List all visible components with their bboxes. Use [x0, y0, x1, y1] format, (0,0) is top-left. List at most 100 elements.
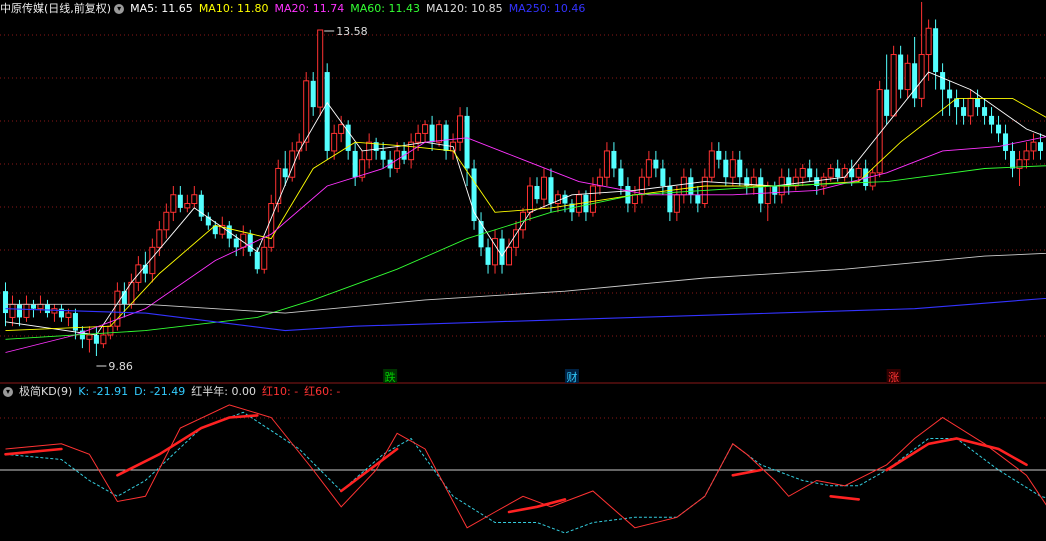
candle	[701, 168, 708, 208]
candle-body	[282, 168, 288, 178]
candle-body	[618, 168, 624, 186]
ma-line-ma60	[5, 165, 1046, 340]
candle	[737, 150, 743, 186]
candle-body	[380, 150, 386, 160]
candle-body	[807, 168, 813, 178]
candle	[750, 168, 757, 195]
candle	[904, 54, 911, 99]
candle	[884, 54, 890, 125]
candle-body	[855, 167, 862, 178]
candle-body	[562, 194, 568, 204]
candle-body	[268, 203, 275, 248]
candle-body	[191, 194, 198, 205]
kd-red-segment	[829, 494, 861, 501]
candle-body	[611, 150, 617, 169]
candle-body	[940, 72, 946, 90]
chart-canvas[interactable]: 13.58 9.86 跌 财 涨	[0, 0, 1046, 541]
candle	[982, 98, 988, 125]
candle	[786, 168, 792, 195]
candle-body	[310, 80, 316, 108]
candle-body	[912, 63, 918, 99]
candle	[996, 115, 1002, 143]
candle	[548, 168, 554, 213]
candle-body	[366, 141, 373, 161]
candle-body	[772, 185, 778, 195]
candle	[429, 115, 435, 151]
candle-body	[296, 141, 303, 152]
candle	[534, 177, 540, 204]
candle	[457, 107, 464, 151]
candle-body	[534, 185, 540, 200]
candle	[961, 98, 967, 125]
candle	[79, 326, 85, 349]
candle-body	[660, 168, 666, 186]
candle	[149, 238, 156, 283]
candle-body	[352, 150, 358, 178]
candle-body	[1010, 150, 1016, 169]
candle-body	[443, 124, 449, 151]
candle-body	[30, 304, 36, 309]
candle-body	[505, 246, 513, 266]
candle	[499, 229, 505, 274]
candle	[310, 72, 316, 116]
candle	[596, 168, 603, 195]
candle	[625, 177, 631, 213]
candle-body	[589, 185, 596, 213]
candle	[890, 45, 897, 117]
candle-body	[464, 115, 470, 169]
candle	[569, 199, 575, 222]
candle	[170, 185, 177, 222]
candle	[9, 295, 16, 327]
candle-body	[688, 177, 694, 195]
candle-body	[9, 303, 16, 318]
candle-body	[526, 185, 534, 213]
candle	[933, 19, 939, 90]
candle	[716, 142, 722, 169]
high-price-label: 13.58	[336, 25, 368, 38]
candle-body	[198, 194, 204, 217]
candle-body	[1037, 142, 1044, 151]
candle	[792, 168, 799, 191]
candle	[380, 142, 386, 169]
candle	[191, 185, 198, 208]
candle	[667, 177, 673, 222]
candle-body	[596, 176, 603, 187]
candle-body	[583, 194, 589, 213]
candle-body	[163, 211, 170, 231]
candle-body	[989, 115, 995, 125]
candle	[989, 107, 995, 134]
candle	[163, 203, 170, 239]
candle	[436, 120, 443, 147]
candle-body	[975, 98, 981, 108]
candle	[1010, 142, 1016, 178]
candle	[492, 229, 499, 274]
candle-body	[967, 97, 974, 117]
candle	[708, 142, 715, 182]
candle	[876, 80, 883, 178]
candle	[1030, 133, 1037, 160]
candle-body	[723, 159, 729, 178]
candle-body	[261, 246, 268, 270]
candle-body	[170, 194, 177, 213]
candle-body	[65, 312, 72, 318]
candle-body	[729, 159, 736, 178]
candle	[653, 150, 659, 178]
candle	[611, 142, 617, 178]
candle-body	[303, 80, 310, 143]
candle	[729, 150, 736, 186]
candle	[324, 63, 330, 160]
candle	[142, 251, 148, 283]
candle	[947, 80, 953, 116]
candle-body	[904, 62, 911, 91]
event-marker: 财	[566, 370, 577, 384]
candle-body	[961, 107, 967, 116]
candle	[723, 150, 729, 186]
candle-body	[849, 168, 855, 178]
event-marker: 涨	[888, 371, 899, 384]
candle	[1003, 124, 1009, 160]
candle	[967, 89, 974, 125]
candle-body	[429, 124, 435, 143]
candle-body	[631, 194, 638, 205]
candle-body	[918, 54, 925, 99]
candle-body	[884, 89, 890, 116]
